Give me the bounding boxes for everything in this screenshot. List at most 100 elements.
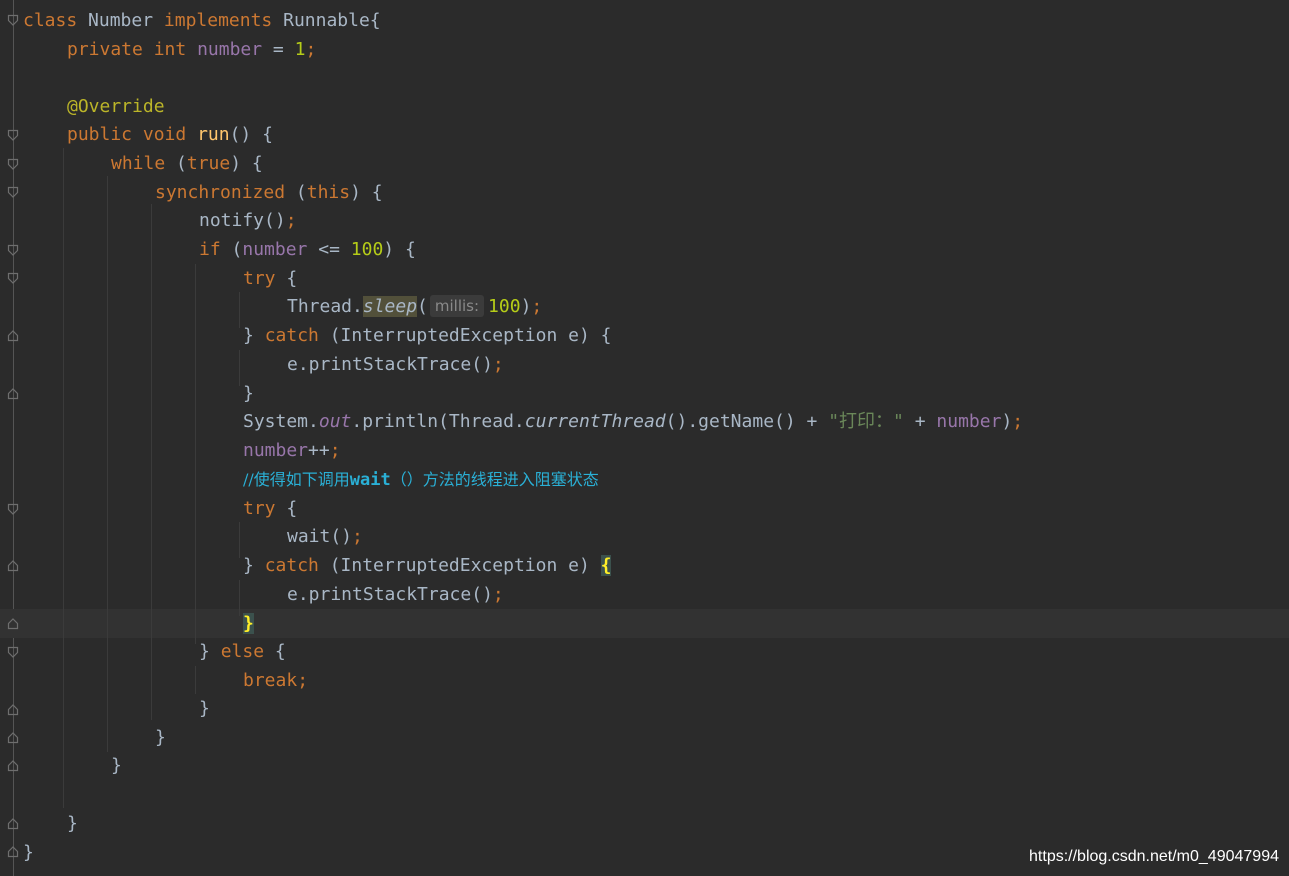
code-line[interactable]: } catch (InterruptedException e) { — [243, 551, 612, 580]
code-line[interactable]: } — [243, 609, 254, 638]
code-text: } — [243, 383, 254, 404]
code-line[interactable]: public void run() { — [67, 120, 273, 149]
indent-guide — [151, 204, 152, 720]
code-line[interactable]: } — [243, 379, 254, 408]
fold-end-icon[interactable] — [7, 704, 19, 716]
code-text: { — [275, 268, 298, 289]
code-line[interactable]: } — [67, 809, 78, 838]
fold-end-icon[interactable] — [7, 560, 19, 572]
static-field-name: out — [318, 411, 352, 432]
code-line[interactable]: try { — [243, 494, 297, 523]
field-name: number — [936, 411, 1002, 432]
code-line[interactable]: } else { — [199, 637, 286, 666]
fold-end-icon[interactable] — [7, 818, 19, 830]
code-line[interactable]: } — [111, 751, 122, 780]
code-text: (InterruptedException e) — [318, 555, 601, 576]
keyword: private — [67, 39, 143, 60]
code-line[interactable]: try { — [243, 264, 297, 293]
keyword: implements — [163, 10, 273, 31]
keyword: void — [142, 124, 187, 145]
code-line[interactable]: break; — [243, 666, 308, 695]
code-text: notify() — [199, 210, 286, 231]
matched-brace: { — [600, 555, 612, 576]
keyword: synchronized — [155, 182, 286, 203]
code-text: Runnable{ — [272, 10, 381, 31]
code-text: ) { — [350, 182, 383, 203]
fold-end-icon[interactable] — [7, 618, 19, 630]
fold-collapse-icon[interactable] — [7, 129, 19, 141]
code-line[interactable]: private int number = 1; — [67, 35, 316, 64]
number-literal: 1 — [294, 39, 306, 60]
code-line[interactable]: } catch (InterruptedException e) { — [243, 321, 611, 350]
keyword: class — [23, 10, 78, 31]
fold-end-icon[interactable] — [7, 330, 19, 342]
semicolon: ; — [352, 526, 363, 547]
comment: //使得如下调用 — [243, 470, 350, 489]
fold-collapse-icon[interactable] — [7, 503, 19, 515]
fold-end-icon[interactable] — [7, 732, 19, 744]
indent-guide — [239, 292, 240, 328]
code-line[interactable]: //使得如下调用wait（）方法的线程进入阻塞状态 — [243, 465, 599, 494]
code-text: ++ — [308, 440, 330, 461]
code-line[interactable]: System.out.println(Thread.currentThread(… — [243, 407, 1023, 436]
code-editor[interactable]: class Number implements Runnable{ privat… — [0, 0, 1289, 876]
code-line[interactable]: while (true) { — [111, 149, 263, 178]
indent-guide — [195, 666, 196, 694]
annotation: @Override — [67, 96, 165, 117]
parameter-hint: millis: — [429, 295, 485, 317]
indent-guide — [107, 176, 108, 752]
keyword: if — [199, 239, 221, 260]
fold-collapse-icon[interactable] — [7, 646, 19, 658]
indent-guide — [239, 580, 240, 616]
number-literal: 100 — [488, 296, 521, 317]
code-line[interactable]: e.printStackTrace(); — [287, 580, 504, 609]
code-line[interactable]: class Number implements Runnable{ — [23, 6, 381, 35]
code-line[interactable]: } — [199, 694, 210, 723]
code-text: } — [243, 325, 265, 346]
code-line[interactable]: } — [23, 838, 34, 867]
code-text: { — [275, 498, 298, 519]
fold-collapse-icon[interactable] — [7, 158, 19, 170]
semicolon: ; — [492, 354, 504, 375]
keyword: else — [220, 641, 265, 662]
fold-end-icon[interactable] — [7, 388, 19, 400]
code-line[interactable]: Thread.sleep(millis: 100); — [287, 292, 542, 321]
keyword: try — [243, 498, 276, 519]
fold-end-icon[interactable] — [7, 846, 19, 858]
fold-collapse-icon[interactable] — [7, 14, 19, 26]
code-line[interactable]: e.printStackTrace(); — [287, 350, 504, 379]
code-text: (InterruptedException e) { — [318, 325, 612, 346]
code-text: ) { — [230, 153, 263, 174]
code-text: = — [262, 39, 295, 60]
code-text: } — [111, 755, 122, 776]
number-literal: 100 — [350, 239, 384, 260]
semicolon: ; — [1012, 411, 1024, 432]
code-text: ) — [1001, 411, 1013, 432]
fold-collapse-icon[interactable] — [7, 272, 19, 284]
code-text: ( — [165, 153, 187, 174]
code-line[interactable]: @Override — [67, 92, 165, 121]
matched-brace: } — [243, 613, 254, 634]
code-line[interactable]: wait(); — [287, 522, 363, 551]
code-line[interactable]: synchronized (this) { — [155, 178, 383, 207]
semicolon: ; — [305, 39, 317, 60]
code-text: Thread. — [287, 296, 363, 317]
code-text: } — [155, 727, 166, 748]
code-text: } — [23, 842, 34, 863]
fold-collapse-icon[interactable] — [7, 244, 19, 256]
code-line[interactable]: number++; — [243, 436, 341, 465]
indent-guide — [195, 264, 196, 644]
string-literal: "打印：" — [828, 411, 904, 432]
code-line[interactable]: notify(); — [199, 206, 297, 235]
code-text: ) — [520, 296, 532, 317]
fold-collapse-icon[interactable] — [7, 186, 19, 198]
code-line[interactable]: if (number <= 100) { — [199, 235, 416, 264]
keyword: try — [243, 268, 276, 289]
code-line[interactable]: } — [155, 723, 166, 752]
keyword: while — [111, 153, 166, 174]
code-text: { — [264, 641, 286, 662]
fold-end-icon[interactable] — [7, 760, 19, 772]
field-name: number — [242, 239, 308, 260]
code-text: ( — [285, 182, 307, 203]
comment: wait — [349, 470, 391, 490]
